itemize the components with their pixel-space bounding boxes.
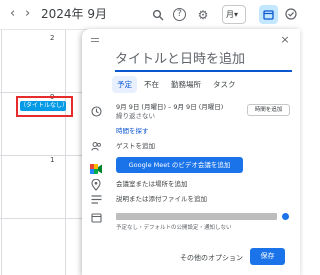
event-dialog: × 予定 不在 勤務場所 タスク 9月 9日 (月曜日) – 9月 9日 (月曜… [82,29,300,275]
drag-handle-icon[interactable] [91,38,99,44]
highlight-annotation [16,96,73,117]
tab-out-of-office[interactable]: 不在 [139,76,164,93]
view-select-value: 月 [226,10,234,19]
grid-line [1,30,2,275]
calendar-icon [90,212,102,224]
gear-icon[interactable]: ⚙ [195,7,211,23]
add-time-button[interactable]: 時間を追加 [247,104,290,116]
clock-icon [90,106,102,118]
repeat-setting[interactable]: 繰り返さない [116,112,155,121]
grid-line [65,30,66,275]
date-range[interactable]: 9月 9日 (月曜日) – 9月 9日 (月曜日) [116,103,223,112]
location-icon [90,178,102,191]
visibility-settings[interactable]: 予定なし・デフォルトの公開設定・通知しない [116,224,232,233]
calendar-view-button[interactable] [259,5,278,24]
tasks-view-button[interactable] [281,5,300,24]
prev-month-button[interactable]: ‹ [10,7,15,21]
calendar-color-dot [282,213,289,220]
find-time-link[interactable]: 時間を探す [116,127,149,136]
month-title: 2024年 9月 [41,7,107,21]
chevron-down-icon: ▾ [234,10,239,19]
guests-icon [90,141,102,153]
tab-task[interactable]: タスク [208,76,241,93]
tab-event[interactable]: 予定 [112,76,137,93]
calendar-toolbar: ‹ › 2024年 9月 ? ⚙ 月▾ [0,0,300,30]
add-meet-button[interactable]: Google Meet のビデオ会議を追加 [116,157,243,173]
day-number[interactable]: 2 [50,34,54,42]
add-guests[interactable]: ゲストを追加 [116,142,155,151]
view-select[interactable]: 月▾ [222,5,246,24]
day-number[interactable]: 1 [50,156,54,164]
google-meet-icon [90,159,102,174]
add-location[interactable]: 会議室または場所を追加 [116,180,188,189]
tab-working-location[interactable]: 勤務場所 [166,76,206,93]
search-icon[interactable] [150,7,166,23]
calendar-select[interactable] [116,213,277,220]
add-description[interactable]: 説明または添付ファイルを追加 [116,195,207,204]
save-button[interactable]: 保存 [250,248,285,265]
help-icon[interactable]: ? [173,8,186,21]
event-type-tabs: 予定 不在 勤務場所 タスク [112,76,243,93]
more-options-button[interactable]: その他のオプション [180,254,243,263]
next-month-button[interactable]: › [25,7,30,21]
close-icon[interactable]: × [278,33,292,47]
event-title-input[interactable] [115,48,292,72]
description-icon [90,195,102,207]
